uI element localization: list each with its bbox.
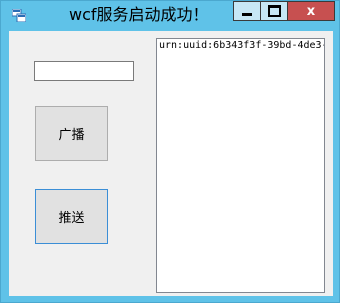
list-item[interactable]: urn:uuid:6b343f3f-39bd-4de3- xyxy=(159,40,324,51)
window-title: wcf服务启动成功！ xyxy=(69,5,209,24)
maximize-button[interactable] xyxy=(260,1,287,21)
close-icon: x xyxy=(306,3,316,19)
broadcast-button[interactable]: 广播 xyxy=(35,106,108,161)
minimize-button[interactable] xyxy=(233,1,260,21)
close-button[interactable]: x xyxy=(287,1,335,21)
app-icon xyxy=(12,9,26,22)
message-input[interactable] xyxy=(34,61,134,81)
app-window: wcf服务启动成功！ x 广播 推送 urn:uuid:6b343f3f-39b… xyxy=(0,0,340,303)
client-listbox[interactable]: urn:uuid:6b343f3f-39bd-4de3- xyxy=(156,38,325,293)
push-button[interactable]: 推送 xyxy=(35,189,108,244)
maximize-icon xyxy=(267,5,281,17)
minimize-icon xyxy=(242,12,252,16)
title-bar[interactable]: wcf服务启动成功！ x xyxy=(1,1,339,31)
push-button-label: 推送 xyxy=(58,211,85,226)
form-client-area: 广播 推送 urn:uuid:6b343f3f-39bd-4de3- xyxy=(9,31,333,296)
broadcast-button-label: 广播 xyxy=(58,128,85,143)
